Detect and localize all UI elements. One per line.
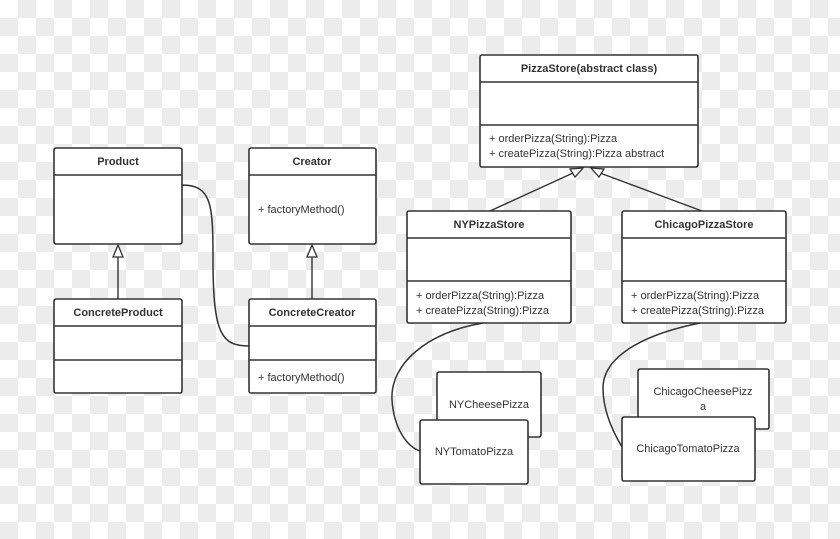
method: + createPizza(String):Pizza bbox=[416, 305, 550, 317]
uml-diagram: Product Creator + factoryMethod() Concre… bbox=[53, 54, 787, 485]
inherit-line-ny bbox=[489, 172, 574, 212]
class-name: Creator bbox=[292, 156, 332, 168]
class-name: Product bbox=[97, 156, 139, 168]
class-concrete-creator[interactable]: ConcreteCreator + factoryMethod() bbox=[248, 298, 377, 394]
class-pizza-store[interactable]: PizzaStore(abstract class) + orderPizza(… bbox=[479, 54, 699, 168]
method: + orderPizza(String):Pizza bbox=[631, 290, 760, 302]
note-label: ChicagoTomatoPizza bbox=[636, 443, 740, 455]
class-name: NYPizzaStore bbox=[454, 219, 525, 231]
inherit-arrow-creator bbox=[306, 243, 318, 258]
method: + orderPizza(String):Pizza bbox=[416, 290, 545, 302]
class-name: ConcreteCreator bbox=[269, 307, 357, 319]
method: + createPizza(String):Pizza bbox=[631, 305, 765, 317]
inherit-arrow-product bbox=[112, 243, 124, 258]
product-creator-link bbox=[181, 184, 250, 347]
class-name: ConcreteProduct bbox=[73, 307, 163, 319]
class-chicago-pizza-store[interactable]: ChicagoPizzaStore + orderPizza(String):P… bbox=[621, 210, 787, 324]
note-ny-tomato-pizza[interactable]: NYTomatoPizza bbox=[419, 419, 529, 485]
note-label: NYTomatoPizza bbox=[435, 446, 514, 458]
method: + factoryMethod() bbox=[258, 372, 345, 384]
class-concrete-product[interactable]: ConcreteProduct bbox=[53, 298, 183, 394]
class-product[interactable]: Product bbox=[53, 147, 183, 245]
class-creator[interactable]: Creator + factoryMethod() bbox=[248, 147, 377, 245]
note-label: ChicagoCheesePizz bbox=[653, 386, 752, 398]
class-name: ChicagoPizzaStore bbox=[654, 219, 753, 231]
method: + createPizza(String):Pizza abstract bbox=[489, 148, 664, 160]
inherit-arrow-chicago bbox=[589, 167, 606, 179]
note-label: NYCheesePizza bbox=[449, 399, 530, 411]
class-ny-pizza-store[interactable]: NYPizzaStore + orderPizza(String):Pizza … bbox=[406, 210, 572, 324]
note-chicago-tomato-pizza[interactable]: ChicagoTomatoPizza bbox=[621, 416, 756, 482]
inherit-arrow-ny bbox=[568, 167, 585, 179]
note-label-wrap: a bbox=[700, 401, 707, 413]
method: + orderPizza(String):Pizza bbox=[489, 133, 618, 145]
class-name: PizzaStore(abstract class) bbox=[521, 63, 658, 75]
method: + factoryMethod() bbox=[258, 204, 345, 216]
inherit-line-chicago bbox=[599, 172, 703, 212]
